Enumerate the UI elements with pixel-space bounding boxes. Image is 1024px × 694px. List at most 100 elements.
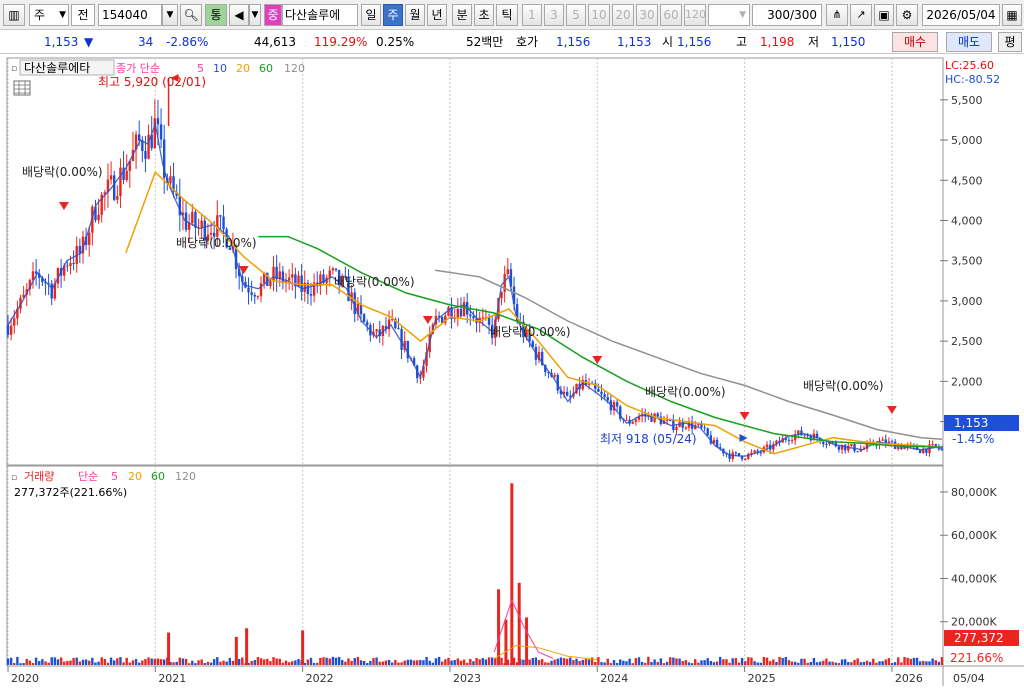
volume-bar	[203, 663, 206, 665]
interval-button[interactable]: 10	[588, 4, 610, 26]
date-field[interactable]: 2026/05/04	[922, 4, 1000, 26]
volume-bar	[547, 662, 550, 665]
volume-bar	[344, 661, 347, 665]
period-month-button[interactable]: 월	[405, 4, 425, 26]
candle-body	[703, 427, 706, 429]
volume-bar	[147, 657, 150, 665]
interval-custom-select[interactable]: ▼	[708, 4, 750, 26]
gear-icon[interactable]: ⚙	[896, 4, 918, 26]
date-value: 2026/05/04	[926, 8, 996, 22]
volume-bar	[128, 662, 132, 665]
period-minute-button[interactable]: 분	[452, 4, 472, 26]
volume-bar	[537, 660, 541, 665]
volume-bar	[562, 658, 566, 665]
candle-body	[825, 444, 828, 446]
volume-bar	[191, 660, 194, 665]
interval-button[interactable]: 120	[684, 4, 706, 26]
interval-button[interactable]: 20	[612, 4, 634, 26]
code-dropdown-button[interactable]: ▼	[162, 4, 178, 26]
volume-bar	[556, 658, 559, 665]
volume-bar	[53, 657, 57, 665]
collapse-icon[interactable]: ▫	[11, 473, 17, 483]
volume-bar	[606, 658, 609, 665]
legend-ma5: 5	[197, 62, 204, 75]
period-week-button[interactable]: 주	[383, 4, 403, 26]
volume-bar	[412, 660, 416, 665]
volume-bar	[209, 662, 213, 665]
volume-bar	[694, 659, 697, 665]
volume-bar	[472, 661, 475, 665]
stock-chart[interactable]: 5,500 5,000 4,500 4,000 3,500 3,000 2,500 2,000…	[0, 54, 1024, 694]
market-select[interactable]: 주 ▼	[29, 4, 69, 26]
volume-bar	[909, 658, 912, 665]
chart-type-icon[interactable]: ▥	[3, 4, 25, 26]
interval-button[interactable]: 3	[544, 4, 564, 26]
candle-body	[850, 444, 853, 446]
period-second-button[interactable]: 초	[474, 4, 494, 26]
volume-bar	[250, 660, 253, 665]
volume-bar	[775, 661, 778, 665]
sell-button[interactable]: 매도	[946, 32, 992, 52]
volume-bar	[325, 657, 328, 665]
interval-label: 30	[639, 8, 655, 22]
candle-body	[222, 216, 225, 230]
buy-button[interactable]: 매수	[892, 32, 938, 52]
volume-bar	[897, 657, 900, 665]
chevron-down-icon: ▼	[251, 10, 259, 20]
interval-button[interactable]: 5	[566, 4, 586, 26]
save-icon[interactable]: ▣	[874, 4, 894, 26]
candle-body	[256, 296, 260, 298]
volume-bar	[375, 657, 378, 665]
calendar-icon[interactable]: ▦	[1002, 4, 1022, 26]
volume-bar	[88, 660, 91, 665]
watch-button[interactable]: 통	[205, 4, 227, 26]
speaker-icon[interactable]: ◀︎	[229, 4, 249, 26]
volume-bar	[665, 661, 669, 665]
legend-vol-ma120: 120	[175, 470, 196, 483]
volume-bar	[181, 658, 185, 665]
volume-bar	[125, 657, 128, 665]
interval-button[interactable]: 60	[660, 4, 682, 26]
name-badge: 중	[264, 4, 282, 26]
volume-bar	[141, 660, 144, 665]
volume-bar	[212, 659, 216, 665]
period-year-button[interactable]: 년	[427, 4, 447, 26]
stock-name-field[interactable]: 다산솔루에	[282, 4, 358, 26]
volume-bar	[681, 661, 684, 665]
dividend-label: 배당락(0.00%)	[645, 385, 726, 399]
volume-bar	[744, 661, 747, 665]
candle-settings-icon[interactable]: ⋔	[826, 4, 848, 26]
x-tick-label: 2021	[158, 672, 186, 685]
period-tick-button[interactable]: 틱	[496, 4, 518, 26]
interval-button[interactable]: 1	[522, 4, 542, 26]
volume-bar	[762, 656, 766, 665]
interval-button[interactable]: 30	[636, 4, 658, 26]
volume-bar	[809, 661, 813, 665]
candle-body	[88, 232, 91, 245]
x-tick-label: 2023	[453, 672, 481, 685]
trend-line-icon[interactable]: ↗	[850, 4, 872, 26]
bar-count-field[interactable]: 300/300	[752, 4, 822, 26]
eval-button[interactable]: 평	[998, 32, 1022, 52]
stock-code-input[interactable]: 154040	[98, 4, 162, 26]
collapse-icon[interactable]: ▫	[11, 64, 17, 74]
volume-bar	[384, 660, 388, 665]
volume-bar	[500, 657, 503, 665]
candle-body	[400, 328, 403, 350]
period-day-button[interactable]: 일	[361, 4, 381, 26]
volume-bar	[19, 663, 22, 665]
volume-bar	[266, 658, 269, 665]
dividend-label: 배당락(0.00%)	[334, 275, 415, 289]
volume-bar	[109, 657, 113, 665]
volume-bar	[284, 660, 288, 665]
volume-spike-bar	[517, 582, 521, 665]
speaker-dropdown[interactable]: ▼	[249, 4, 261, 26]
volume-bar	[453, 660, 456, 665]
candle-body	[744, 458, 747, 460]
candle-body	[125, 170, 128, 181]
candle-body	[615, 402, 619, 407]
buy-label: 매수	[903, 35, 927, 49]
search-icon[interactable]: 🔍︎	[180, 4, 202, 26]
prev-button[interactable]: 전	[71, 4, 95, 26]
volume-bar	[356, 656, 360, 665]
